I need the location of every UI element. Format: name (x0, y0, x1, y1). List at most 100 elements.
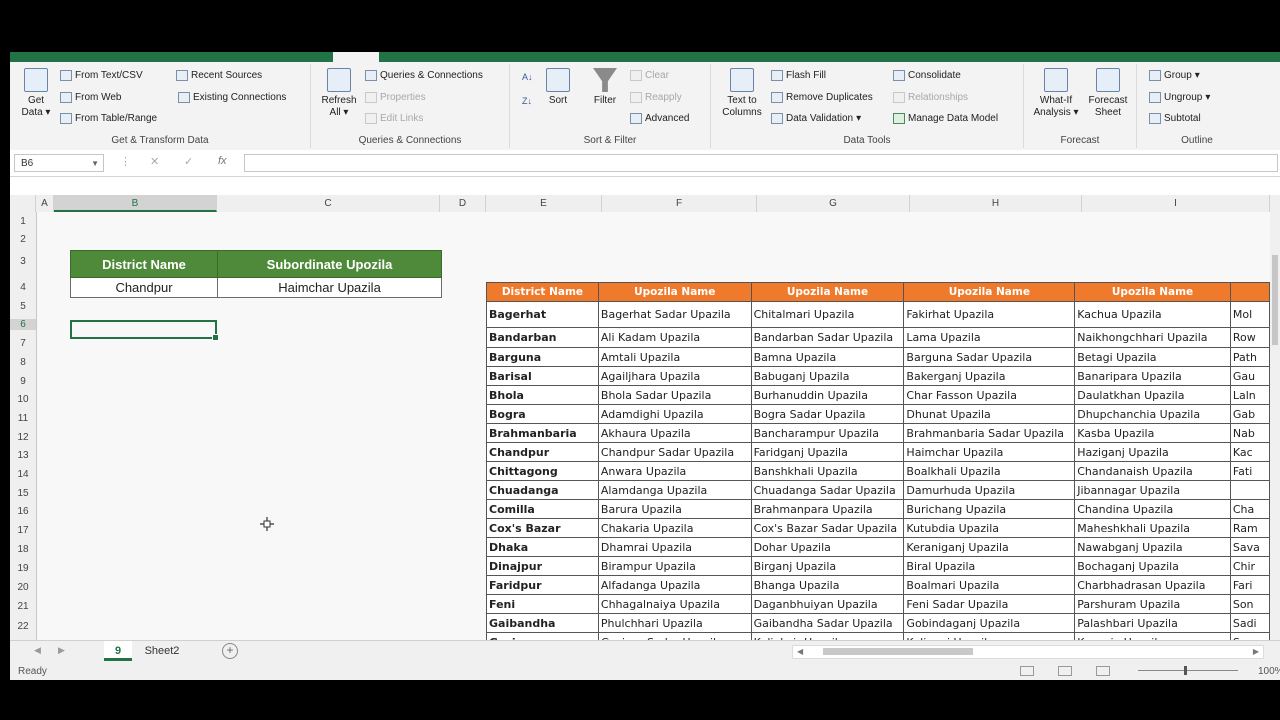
horizontal-scroll-thumb[interactable] (823, 648, 973, 655)
upozila-cell[interactable]: Feni Sadar Upazila (903, 594, 1076, 614)
row-header[interactable]: 1 (10, 216, 36, 227)
upozila-cell[interactable]: Haziganj Upazila (1074, 442, 1231, 462)
upozila-cell[interactable]: Cha (1229, 499, 1270, 519)
table-header[interactable]: District Name (486, 282, 599, 302)
upozila-cell[interactable]: Gab (1229, 404, 1270, 424)
upozila-cell[interactable]: Char Fasson Upazila (903, 385, 1076, 405)
row-header[interactable]: 11 (10, 413, 36, 424)
upozila-cell[interactable]: Gobindaganj Upazila (903, 613, 1076, 633)
row-header[interactable]: 21 (10, 601, 36, 612)
table-header[interactable]: Upozila Name (750, 282, 905, 302)
from-table-range-button[interactable]: From Table/Range (60, 113, 157, 124)
upozila-cell[interactable]: Chandanaish Upazila (1074, 461, 1231, 481)
row-header[interactable]: 14 (10, 469, 36, 480)
upozila-cell[interactable]: Gaibandha Sadar Upazila (750, 613, 905, 633)
scroll-left-icon[interactable]: ◀ (797, 646, 803, 658)
upozila-cell[interactable]: Fakirhat Upazila (903, 301, 1076, 328)
normal-view-icon[interactable] (1020, 666, 1034, 676)
recent-sources-button[interactable]: Recent Sources (176, 70, 262, 81)
upozila-cell[interactable]: Bogra Sadar Upazila (750, 404, 905, 424)
column-header[interactable]: E (486, 195, 602, 212)
district-cell[interactable]: Dinajpur (486, 556, 599, 576)
from-web-button[interactable]: From Web (60, 92, 122, 103)
scroll-right-icon[interactable]: ▶ (1253, 646, 1259, 658)
upozila-cell[interactable]: Banaripara Upazila (1074, 366, 1231, 386)
upozila-cell[interactable]: Kachua Upazila (1074, 301, 1231, 328)
row-header[interactable]: 22 (10, 621, 36, 632)
district-cell[interactable]: Chandpur (486, 442, 599, 462)
row-header[interactable]: 10 (10, 394, 36, 405)
upozila-cell[interactable]: Boalkhali Upazila (903, 461, 1076, 481)
upozila-cell[interactable]: Ali Kadam Upazila (597, 327, 752, 348)
properties-button[interactable]: Properties (365, 92, 426, 103)
formula-input[interactable] (244, 154, 1278, 172)
prev-sheet-icon[interactable]: ◀ (34, 645, 41, 656)
cancel-icon[interactable]: ✕ (150, 155, 159, 168)
upozila-cell[interactable]: Chuadanga Sadar Upazila (750, 480, 905, 500)
district-cell[interactable]: Cox's Bazar (486, 518, 599, 538)
lookup-upozila-cell[interactable]: Haimchar Upazila (217, 277, 442, 298)
upozila-cell[interactable]: Jibannagar Upazila (1074, 480, 1231, 500)
row-header[interactable]: 15 (10, 488, 36, 499)
page-layout-icon[interactable] (1058, 666, 1072, 676)
upozila-cell[interactable]: Kac (1229, 442, 1270, 462)
district-cell[interactable]: Bandarban (486, 327, 599, 348)
upozila-cell[interactable]: Nab (1229, 423, 1270, 443)
upozila-cell[interactable]: Dhupchanchia Upazila (1074, 404, 1231, 424)
sort-az-button[interactable]: A↓ (522, 72, 533, 82)
upozila-cell[interactable]: Bochaganj Upazila (1074, 556, 1231, 576)
upozila-cell[interactable]: Mol (1229, 301, 1270, 328)
row-header[interactable]: 20 (10, 582, 36, 593)
upozila-cell[interactable]: Amtali Upazila (597, 347, 752, 367)
upozila-cell[interactable]: Dhunat Upazila (903, 404, 1076, 424)
district-cell[interactable]: Barguna (486, 347, 599, 367)
sort-za-button[interactable]: Z↓ (522, 96, 532, 106)
district-cell[interactable]: Bhola (486, 385, 599, 405)
upozila-cell[interactable]: Haimchar Upazila (903, 442, 1076, 462)
row-header[interactable]: 7 (10, 338, 36, 349)
reapply-button[interactable]: Reapply (630, 92, 682, 103)
column-header[interactable]: G (757, 195, 910, 212)
upozila-cell[interactable]: Kapasia Upazila (1074, 632, 1231, 640)
upozila-cell[interactable]: Biral Upazila (903, 556, 1076, 576)
table-header[interactable]: Upozila Name (903, 282, 1076, 302)
upozila-cell[interactable]: Barguna Sadar Upazila (903, 347, 1076, 367)
district-cell[interactable]: Bagerhat (486, 301, 599, 328)
clear-button[interactable]: Clear (630, 70, 669, 81)
what-if-analysis-button[interactable]: What-If Analysis ▾ (1032, 68, 1080, 119)
zoom-slider[interactable] (1138, 670, 1238, 671)
district-cell[interactable]: Gazipur (486, 632, 599, 640)
column-header[interactable]: H (910, 195, 1082, 212)
queries-connections-button[interactable]: Queries & Connections (365, 70, 483, 81)
upozila-cell[interactable]: Burichang Upazila (903, 499, 1076, 519)
chevron-down-icon[interactable]: ▼ (91, 155, 99, 173)
row-header[interactable]: 2 (10, 234, 36, 245)
column-header[interactable]: C (217, 195, 440, 212)
upozila-cell[interactable]: Alamdanga Upazila (597, 480, 752, 500)
enter-icon[interactable]: ✓ (184, 155, 193, 168)
upozila-cell[interactable]: Chandina Upazila (1074, 499, 1231, 519)
upozila-cell[interactable]: Row (1229, 327, 1270, 348)
group-button[interactable]: Group ▾ (1149, 70, 1200, 81)
table-header[interactable]: Upozila Name (597, 282, 752, 302)
table-header[interactable]: Upozila Name (1074, 282, 1231, 302)
row-header[interactable]: 3 (10, 256, 36, 267)
page-break-icon[interactable] (1096, 666, 1110, 676)
column-header[interactable]: F (602, 195, 757, 212)
upozila-cell[interactable]: Brahmanbaria Sadar Upazila (903, 423, 1076, 443)
row-header[interactable]: 12 (10, 432, 36, 443)
existing-connections-button[interactable]: Existing Connections (178, 92, 286, 103)
ungroup-button[interactable]: Ungroup ▾ (1149, 92, 1210, 103)
upozila-cell[interactable]: Laln (1229, 385, 1270, 405)
upozila-cell[interactable]: Babuganj Upazila (750, 366, 905, 386)
upozila-cell[interactable]: Kaliganj Upazila (903, 632, 1076, 640)
from-text-csv-button[interactable]: From Text/CSV (60, 70, 143, 81)
column-header[interactable]: B (54, 195, 217, 212)
upozila-cell[interactable]: Chandpur Sadar Upazila (597, 442, 752, 462)
upozila-cell[interactable]: Birganj Upazila (750, 556, 905, 576)
sheet-tab-sheet2[interactable]: Sheet2 (136, 641, 188, 661)
upozila-cell[interactable]: Barura Upazila (597, 499, 752, 519)
upozila-cell[interactable]: Chakaria Upazila (597, 518, 752, 538)
upozila-cell[interactable]: Parshuram Upazila (1074, 594, 1231, 614)
upozila-cell[interactable]: Kutubdia Upazila (903, 518, 1076, 538)
